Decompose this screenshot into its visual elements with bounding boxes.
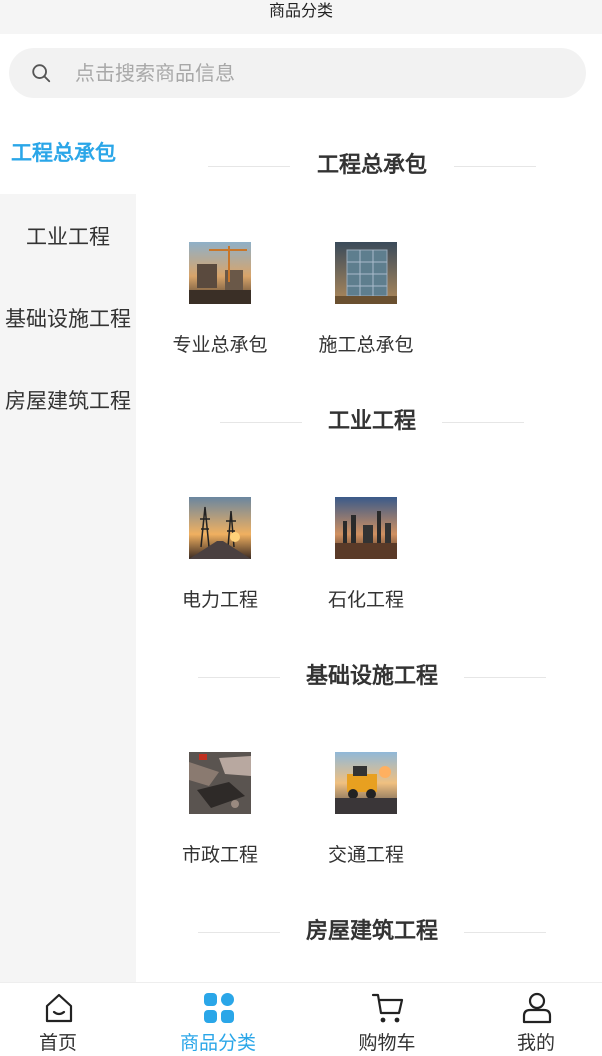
product-item[interactable]: 交通工程: [306, 752, 426, 892]
product-item[interactable]: 施工总承包: [306, 242, 426, 382]
product-thumbnail: [189, 752, 251, 814]
tab-label: 我的: [516, 1032, 555, 1054]
product-item[interactable]: 石化工程: [306, 497, 426, 637]
top-bar: 商品分类: [0, 0, 602, 34]
section-title: 基础设施工程: [136, 657, 602, 697]
section-title: 工程总承包: [136, 146, 602, 186]
sidebar-item-label: 工业工程: [26, 225, 110, 249]
tab-label: 购物车: [358, 1032, 416, 1054]
section-title-text: 房屋建筑工程: [305, 919, 438, 944]
search-icon: [32, 64, 51, 83]
product-thumbnail: [189, 497, 251, 559]
product-item[interactable]: 专业总承包: [160, 242, 280, 382]
section-title: 房屋建筑工程: [136, 912, 602, 952]
search-placeholder: 点击搜索商品信息: [75, 61, 235, 85]
page-title: 商品分类: [268, 1, 333, 20]
section-title: 工业工程: [136, 402, 602, 442]
product-label: 专业总承包: [172, 334, 268, 356]
cart-icon: [371, 993, 404, 1023]
category-sidebar: 工程总承包 工业工程 基础设施工程 房屋建筑工程: [0, 112, 136, 982]
user-icon: [522, 992, 552, 1024]
product-item[interactable]: 市政工程: [160, 752, 280, 892]
sidebar-item-industrial[interactable]: 工业工程: [0, 196, 136, 278]
category-content: 工程总承包 专业总承包 施工总承包 工业工程 电力工程 石化工程 基础设施工程 …: [136, 112, 602, 982]
sidebar-item-infrastructure[interactable]: 基础设施工程: [0, 278, 136, 360]
tab-home[interactable]: 首页: [0, 983, 133, 1056]
product-label: 市政工程: [181, 844, 258, 866]
product-label: 石化工程: [327, 589, 404, 611]
section-title-text: 基础设施工程: [305, 664, 438, 689]
product-thumbnail: [335, 752, 397, 814]
tab-label: 商品分类: [179, 1032, 256, 1054]
section-title-text: 工业工程: [327, 409, 416, 434]
tab-cart[interactable]: 购物车: [312, 983, 462, 1056]
sidebar-item-label: 房屋建筑工程: [5, 389, 131, 413]
sidebar-item-label: 工程总承包: [11, 141, 116, 165]
product-thumbnail: [189, 242, 251, 304]
tab-category[interactable]: 商品分类: [143, 983, 293, 1056]
product-label: 施工总承包: [318, 334, 414, 356]
section-title-text: 工程总承包: [316, 153, 427, 178]
home-icon: [45, 993, 73, 1023]
tab-label: 首页: [38, 1032, 77, 1054]
category-grid-icon: [204, 993, 234, 1023]
product-label: 电力工程: [181, 589, 258, 611]
product-item[interactable]: 电力工程: [160, 497, 280, 637]
search-area: 点击搜索商品信息: [0, 34, 602, 112]
sidebar-item-building[interactable]: 房屋建筑工程: [0, 360, 136, 442]
tab-me[interactable]: 我的: [461, 983, 602, 1056]
bottom-tab-bar: 首页 商品分类 购物车 我的: [0, 982, 602, 1056]
product-label: 交通工程: [327, 844, 404, 866]
search-input[interactable]: 点击搜索商品信息: [9, 48, 586, 98]
product-thumbnail: [335, 497, 397, 559]
product-thumbnail: [335, 242, 397, 304]
sidebar-item-label: 基础设施工程: [5, 307, 131, 331]
sidebar-item-general-contracting[interactable]: 工程总承包: [0, 112, 136, 194]
